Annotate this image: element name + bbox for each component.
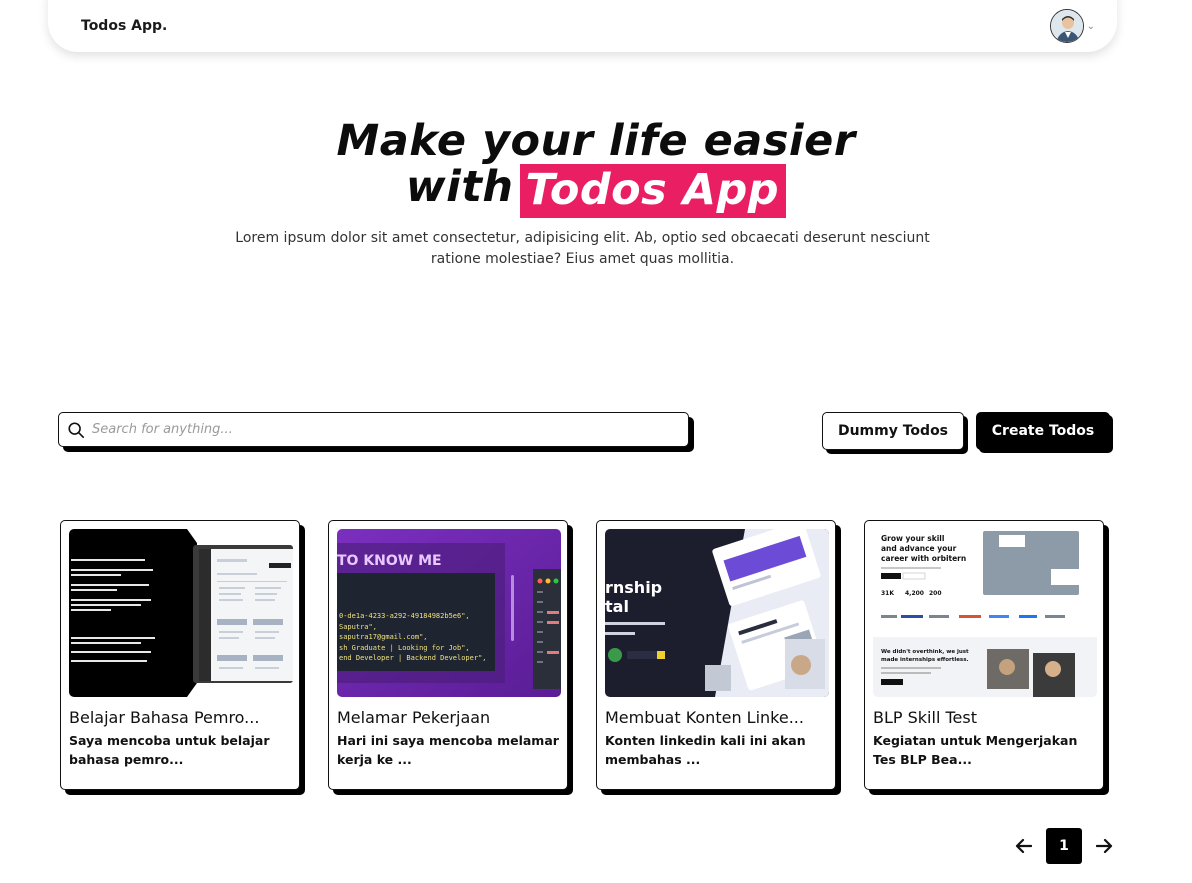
arrow-left-icon[interactable] (1012, 835, 1034, 857)
create-todos-button[interactable]: Create Todos (976, 412, 1110, 450)
todo-card-title: Belajar Bahasa Pemro... (69, 708, 260, 727)
todo-card-title: Membuat Konten Linke... (605, 708, 804, 727)
svg-text:saputra17@gmail.com",: saputra17@gmail.com", (339, 633, 428, 641)
todo-card-image: TO KNOW ME 0-de1a-4233-a292-49184982b5e6… (337, 529, 561, 697)
svg-text:end Developer | Backend Develo: end Developer | Backend Developer", (339, 654, 487, 662)
thumb-heading-2: and advance your (881, 544, 957, 553)
navbar: Todos App. ⌄ (48, 0, 1117, 52)
svg-text:Saputra",: Saputra", (339, 623, 377, 631)
hero-subtitle: Lorem ipsum dolor sit amet consectetur, … (235, 230, 930, 267)
svg-text:We didn't overthink, we just: We didn't overthink, we just (881, 649, 969, 655)
thumb-heading: TO KNOW ME (337, 553, 442, 569)
todo-card-description: Kegiatan untuk Mengerjakan Tes BLP Bea..… (873, 733, 1078, 767)
todo-card-image (69, 529, 293, 697)
chevron-down-icon[interactable]: ⌄ (1087, 21, 1095, 32)
page-number-current[interactable]: 1 (1046, 828, 1082, 864)
svg-text:sh Graduate | Looking for Job": sh Graduate | Looking for Job", (339, 644, 470, 652)
brand-logo[interactable]: Todos App. (81, 18, 167, 34)
svg-text:4,200: 4,200 (905, 590, 924, 597)
svg-text:200: 200 (929, 590, 942, 597)
hero-title-line1: Make your life easier (336, 116, 856, 166)
dummy-todos-button[interactable]: Dummy Todos (822, 412, 964, 450)
todo-card-description: Konten linkedin kali ini akan membahas .… (605, 733, 806, 767)
svg-text:made internships effortless.: made internships effortless. (881, 657, 969, 663)
todo-card-title: BLP Skill Test (873, 708, 977, 727)
svg-text:0-de1a-4233-a292-49184982b5e6": 0-de1a-4233-a292-49184982b5e6", (339, 612, 470, 620)
pagination: 1 (1012, 828, 1116, 864)
user-menu[interactable]: ⌄ (1049, 9, 1095, 43)
hero-title-highlight: Todos App (519, 164, 787, 218)
search-input[interactable] (92, 414, 688, 445)
hero-title-prefix: with (405, 162, 514, 212)
search-bar[interactable] (58, 412, 689, 447)
thumb-heading-3: career with orbitern (881, 554, 966, 563)
todo-card-title: Melamar Pekerjaan (337, 708, 491, 727)
search-icon (68, 421, 85, 438)
todo-card[interactable]: rnship tal Membuat Konten Linke... Konte… (596, 520, 836, 790)
todo-card[interactable]: Grow your skill and advance your career … (864, 520, 1104, 790)
todo-card-image: rnship tal (605, 529, 829, 697)
todo-card-description: Hari ini saya mencoba melamar kerja ke .… (337, 733, 559, 767)
todo-card-description: Saya mencoba untuk belajar bahasa pemro.… (69, 733, 270, 767)
thumb-heading-1: Grow your skill (881, 534, 944, 543)
thumb-heading-2: tal (605, 597, 629, 616)
user-avatar[interactable] (1049, 9, 1084, 43)
arrow-right-icon[interactable] (1094, 835, 1116, 857)
svg-text:31K: 31K (881, 590, 894, 597)
todo-card[interactable]: TO KNOW ME 0-de1a-4233-a292-49184982b5e6… (328, 520, 568, 790)
hero-title: Make your life easier with Todos App (0, 118, 1192, 218)
todo-card-image: Grow your skill and advance your career … (873, 529, 1097, 697)
thumb-heading-1: rnship (605, 578, 662, 597)
todo-card[interactable]: Belajar Bahasa Pemro... Saya mencoba unt… (60, 520, 300, 790)
